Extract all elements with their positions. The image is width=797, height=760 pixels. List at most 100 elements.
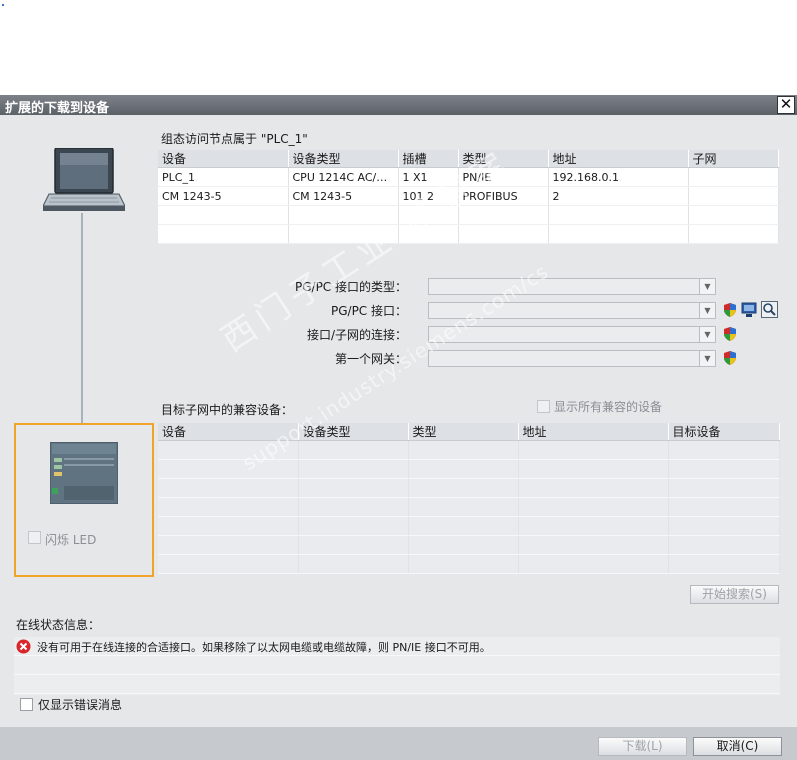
cell: PROFIBUS bbox=[458, 186, 549, 206]
cell bbox=[408, 478, 519, 498]
cell: PLC_1 bbox=[158, 167, 289, 187]
chevron-down-icon[interactable]: ▼ bbox=[699, 303, 715, 318]
cell bbox=[408, 554, 519, 574]
dialog-title: 扩展的下载到设备 bbox=[5, 101, 110, 116]
subnet-connection-select[interactable]: ▼ bbox=[428, 326, 716, 343]
col-device[interactable]: 设备 bbox=[158, 150, 289, 168]
connection-line bbox=[81, 213, 83, 425]
target-device-panel: 闪烁 LED bbox=[14, 423, 154, 577]
cell bbox=[298, 497, 409, 517]
cell: 1 X1 bbox=[398, 167, 459, 187]
cell bbox=[158, 224, 289, 244]
first-gateway-select[interactable]: ▼ bbox=[428, 350, 716, 367]
col-subnet[interactable]: 子网 bbox=[688, 150, 779, 168]
cell bbox=[458, 224, 549, 244]
start-search-button[interactable]: 开始搜索(S) bbox=[690, 585, 779, 604]
cell bbox=[458, 205, 549, 225]
col-type[interactable]: 类型 bbox=[458, 150, 549, 168]
col-device-type[interactable]: 设备类型 bbox=[298, 423, 409, 441]
chevron-down-icon[interactable]: ▼ bbox=[699, 351, 715, 366]
cell: 192.168.0.1 bbox=[548, 167, 689, 187]
table-row[interactable] bbox=[158, 459, 780, 479]
pgpc-type-label: PG/PC 接口的类型： bbox=[294, 280, 407, 294]
cancel-button[interactable]: 取消(C) bbox=[693, 737, 782, 756]
cell bbox=[668, 478, 780, 498]
config-header-row: 设备 设备类型 插槽 类型 地址 子网 bbox=[158, 150, 779, 168]
show-all-checkbox[interactable] bbox=[537, 400, 550, 413]
shield-icon[interactable] bbox=[723, 303, 737, 317]
status-message-list: 没有可用于在线连接的合适接口。如果移除了以太网电缆或电缆故障，则 PN/IE 接… bbox=[14, 637, 780, 695]
chevron-down-icon[interactable]: ▼ bbox=[699, 279, 715, 294]
dialog-titlebar: 扩展的下载到设备 ✕ bbox=[0, 95, 797, 116]
table-row[interactable] bbox=[158, 516, 780, 536]
cell bbox=[668, 554, 780, 574]
cell bbox=[298, 554, 409, 574]
cell bbox=[408, 459, 519, 479]
show-all-label: 显示所有兼容的设备 bbox=[554, 400, 663, 414]
chevron-down-icon[interactable]: ▼ bbox=[699, 327, 715, 342]
online-status-heading: 在线状态信息： bbox=[16, 618, 101, 632]
flash-led-label: 闪烁 LED bbox=[45, 533, 97, 547]
target-heading: 目标子网中的兼容设备： bbox=[161, 403, 294, 417]
diagnostics-button[interactable] bbox=[761, 301, 778, 318]
download-button[interactable]: 下载(L) bbox=[598, 737, 687, 756]
table-row[interactable] bbox=[158, 440, 780, 460]
shield-icon[interactable] bbox=[723, 327, 737, 341]
cell bbox=[158, 535, 299, 555]
cell bbox=[158, 440, 299, 460]
col-address[interactable]: 地址 bbox=[548, 150, 689, 168]
cell bbox=[688, 186, 779, 206]
cell bbox=[398, 224, 459, 244]
flash-led-checkbox[interactable] bbox=[28, 531, 41, 544]
cell bbox=[518, 516, 669, 536]
col-device[interactable]: 设备 bbox=[158, 423, 299, 441]
cell bbox=[518, 497, 669, 517]
pgpc-interface-select[interactable]: ▼ bbox=[428, 302, 716, 319]
list-item[interactable] bbox=[14, 675, 780, 694]
cell: PN/IE bbox=[458, 167, 549, 187]
properties-icon[interactable] bbox=[741, 302, 757, 318]
cell bbox=[548, 205, 689, 225]
table-row[interactable]: CM 1243-5 CM 1243-5 101 2 PROFIBUS 2 bbox=[158, 186, 779, 206]
cell bbox=[518, 535, 669, 555]
cell bbox=[158, 459, 299, 479]
table-row[interactable] bbox=[158, 554, 780, 574]
col-address[interactable]: 地址 bbox=[518, 423, 669, 441]
cell bbox=[408, 516, 519, 536]
cell bbox=[518, 554, 669, 574]
table-row[interactable]: PLC_1 CPU 1214C AC/D... 1 X1 PN/IE 192.1… bbox=[158, 167, 779, 187]
compatible-devices-table: 设备 设备类型 类型 地址 目标设备 bbox=[158, 423, 780, 574]
table-row[interactable] bbox=[158, 497, 780, 517]
pgpc-interface-label: PG/PC 接口： bbox=[330, 304, 407, 318]
cell bbox=[668, 459, 780, 479]
cell bbox=[298, 535, 409, 555]
cell bbox=[668, 535, 780, 555]
cell: CPU 1214C AC/D... bbox=[288, 167, 399, 187]
shield-icon[interactable] bbox=[723, 351, 737, 365]
table-row[interactable] bbox=[158, 224, 779, 244]
cell bbox=[298, 459, 409, 479]
pgpc-type-select[interactable]: ▼ bbox=[428, 278, 716, 295]
cell bbox=[518, 478, 669, 498]
errors-only-checkbox[interactable] bbox=[20, 698, 33, 711]
list-item[interactable] bbox=[14, 656, 780, 675]
cell bbox=[408, 497, 519, 517]
table-row[interactable] bbox=[158, 205, 779, 225]
cell bbox=[298, 440, 409, 460]
list-item[interactable]: 没有可用于在线连接的合适接口。如果移除了以太网电缆或电缆故障，则 PN/IE 接… bbox=[14, 637, 780, 656]
cell bbox=[688, 224, 779, 244]
cell bbox=[518, 440, 669, 460]
close-button[interactable]: ✕ bbox=[777, 96, 795, 114]
col-slot[interactable]: 插槽 bbox=[398, 150, 459, 168]
col-device-type[interactable]: 设备类型 bbox=[288, 150, 399, 168]
cell bbox=[668, 516, 780, 536]
col-type[interactable]: 类型 bbox=[408, 423, 519, 441]
table-row[interactable] bbox=[158, 478, 780, 498]
cell bbox=[288, 224, 399, 244]
cell bbox=[398, 205, 459, 225]
table-row[interactable] bbox=[158, 535, 780, 555]
config-heading: 组态访问节点属于 "PLC_1" bbox=[161, 132, 308, 146]
status-message-text: 没有可用于在线连接的合适接口。如果移除了以太网电缆或电缆故障，则 PN/IE 接… bbox=[37, 641, 491, 654]
cell bbox=[158, 554, 299, 574]
col-target-device[interactable]: 目标设备 bbox=[668, 423, 780, 441]
